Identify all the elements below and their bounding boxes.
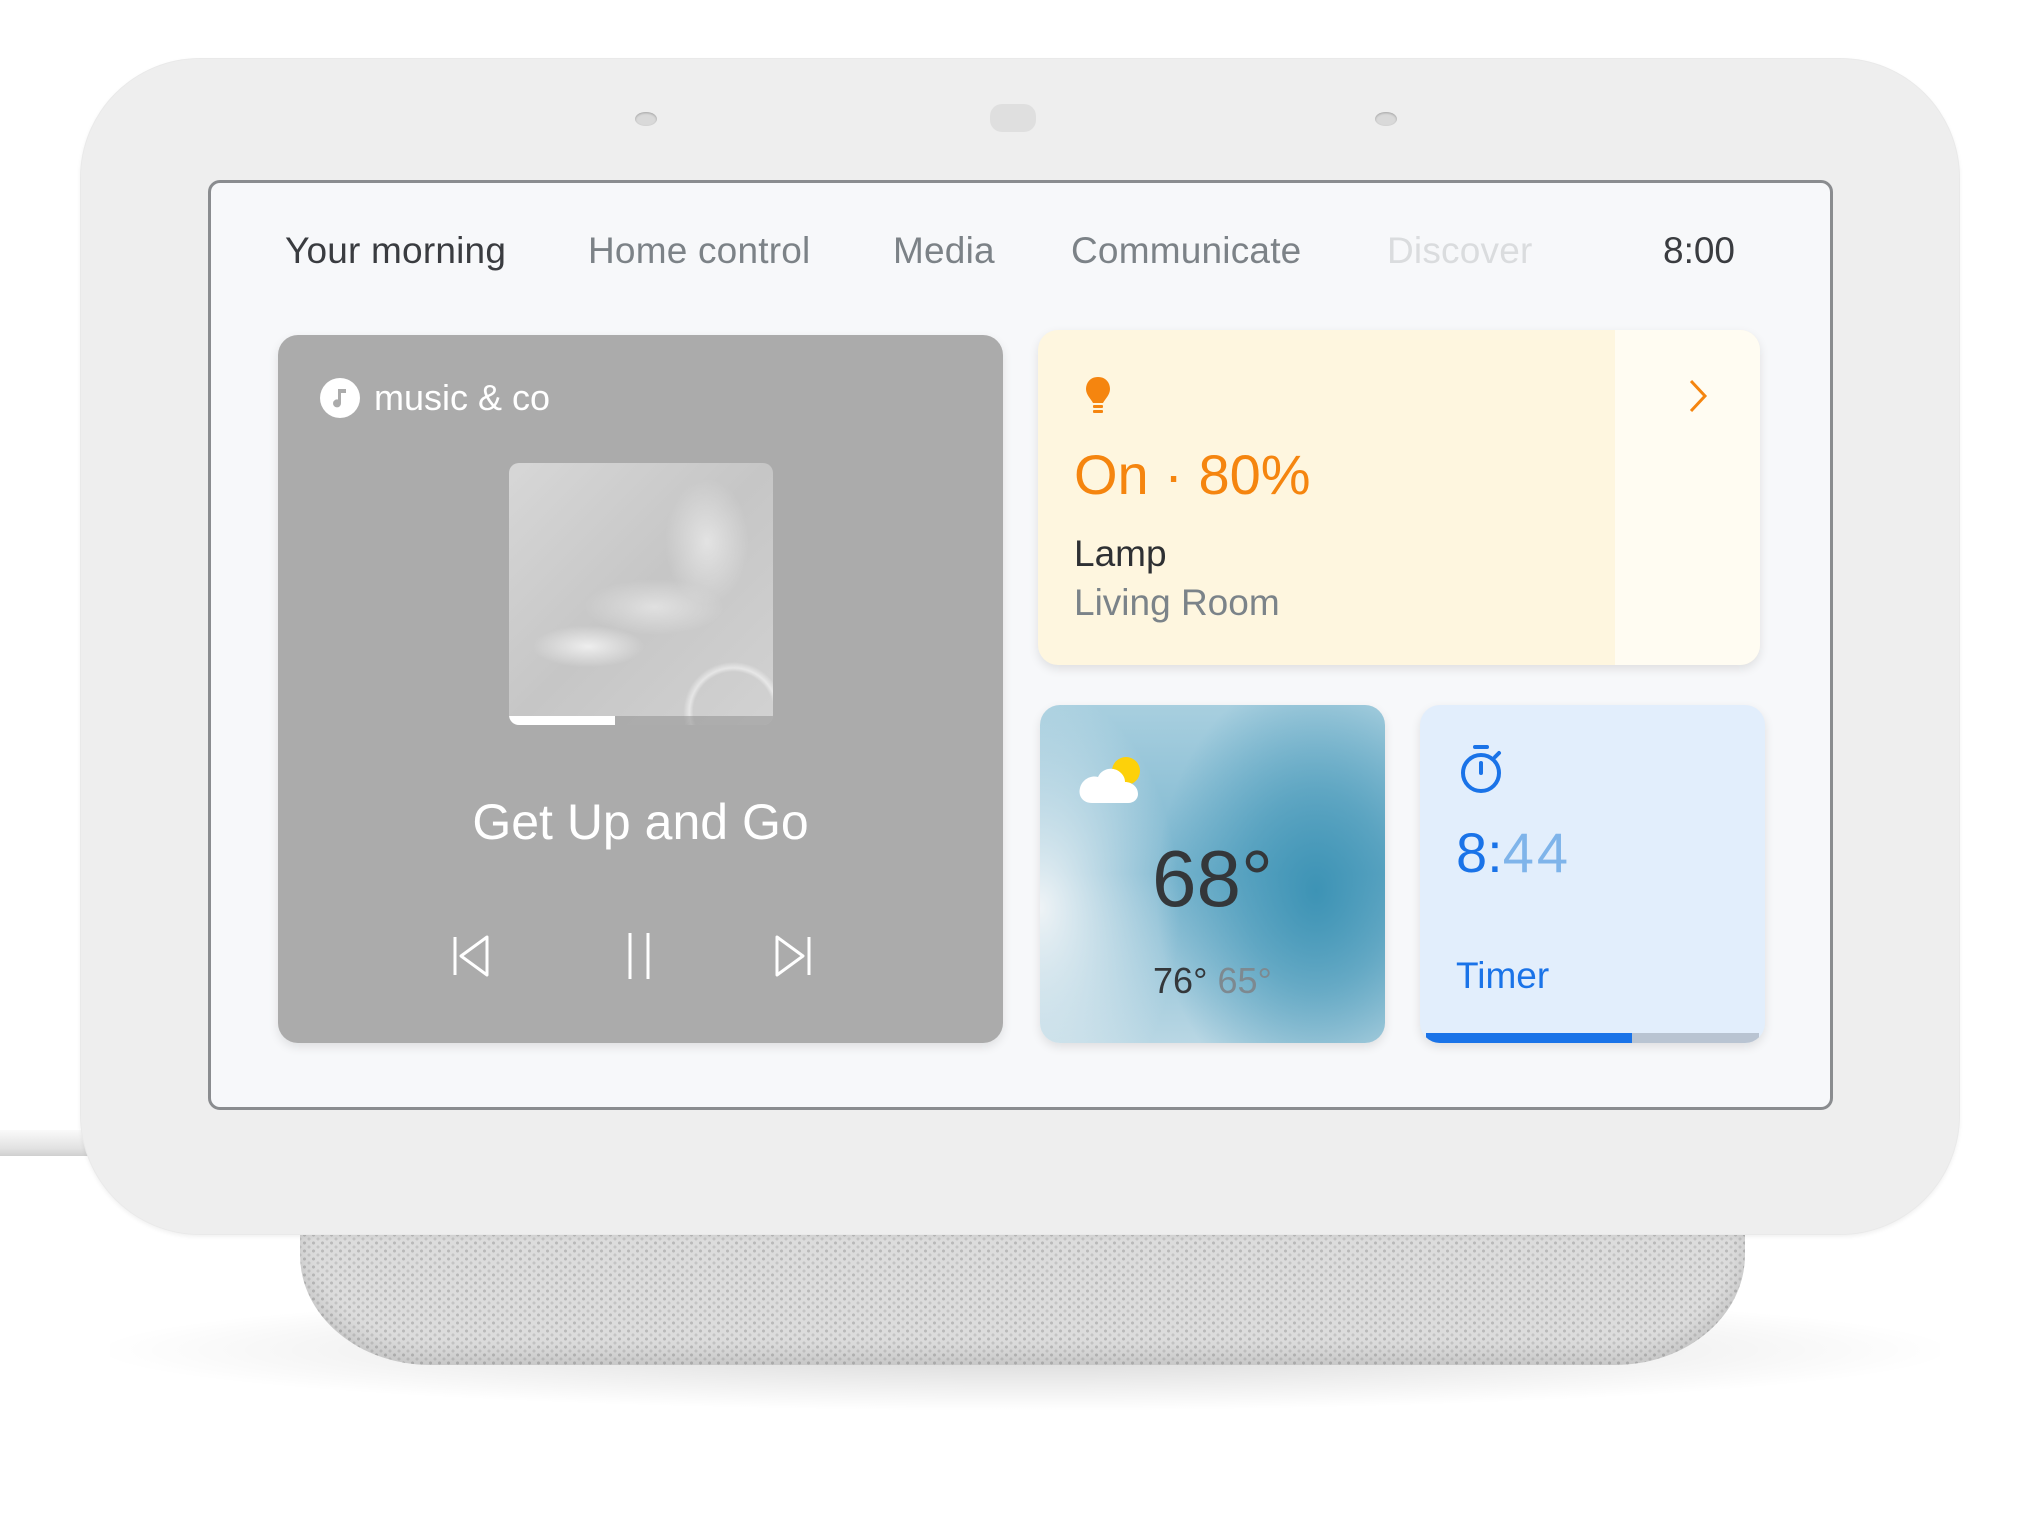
skip-next-icon [775,935,811,977]
current-temperature: 68° [1152,834,1273,923]
lamp-room: Living Room [1074,582,1280,623]
tab-home-control[interactable]: Home control [588,230,810,272]
timer-progress-bar [1426,1033,1759,1043]
next-track-button[interactable] [763,925,823,985]
playback-controls [278,925,1003,985]
stopwatch-icon [1458,743,1506,800]
high-temperature: 76° [1153,960,1208,1001]
lightbulb-icon [1083,375,1113,420]
skip-previous-icon [453,935,489,977]
tab-your-morning[interactable]: Your morning [285,230,506,272]
tab-media[interactable]: Media [893,230,995,272]
clock: 8:00 [1663,230,1736,271]
pause-icon [628,933,650,979]
media-source: music & co [320,377,550,419]
low-temperature: 65° [1217,960,1272,1001]
temperature-range: 76° 65° [1040,960,1385,1002]
speaker-base [300,1215,1745,1365]
track-progress-fill [509,716,615,725]
pause-button[interactable] [611,925,671,985]
previous-track-button[interactable] [443,925,503,985]
lamp-state: On · 80% [1074,443,1311,506]
microphone-hole-left [635,112,657,126]
music-note-icon [320,378,360,418]
timer-minutes: 8: [1456,821,1503,884]
weather-card[interactable]: 68° 76° 65° [1040,705,1385,1043]
track-progress-bar[interactable] [509,716,773,725]
media-source-label: music & co [374,377,551,418]
top-nav-tabs: Your morning Home control Media Communic… [285,230,1765,286]
timer-label: Timer [1456,955,1550,996]
timer-seconds: 44 [1502,821,1571,884]
timer-card[interactable]: 8:44 Timer [1420,705,1765,1043]
ambient-sensor [990,104,1036,132]
album-art[interactable] [509,463,773,725]
timer-progress-fill [1426,1033,1633,1043]
media-card[interactable]: music & co Get Up and Go [278,335,1003,1043]
track-title: Get Up and Go [472,794,809,850]
lamp-card[interactable]: On · 80% Lamp Living Room [1038,330,1760,665]
tab-communicate[interactable]: Communicate [1071,230,1301,272]
chevron-right-icon[interactable] [1686,378,1710,419]
timer-remaining: 8:44 [1456,820,1571,885]
microphone-hole-right [1375,112,1397,126]
lamp-device-name: Lamp [1074,533,1167,574]
partly-cloudy-icon [1076,753,1148,810]
tab-discover[interactable]: Discover [1387,230,1533,272]
